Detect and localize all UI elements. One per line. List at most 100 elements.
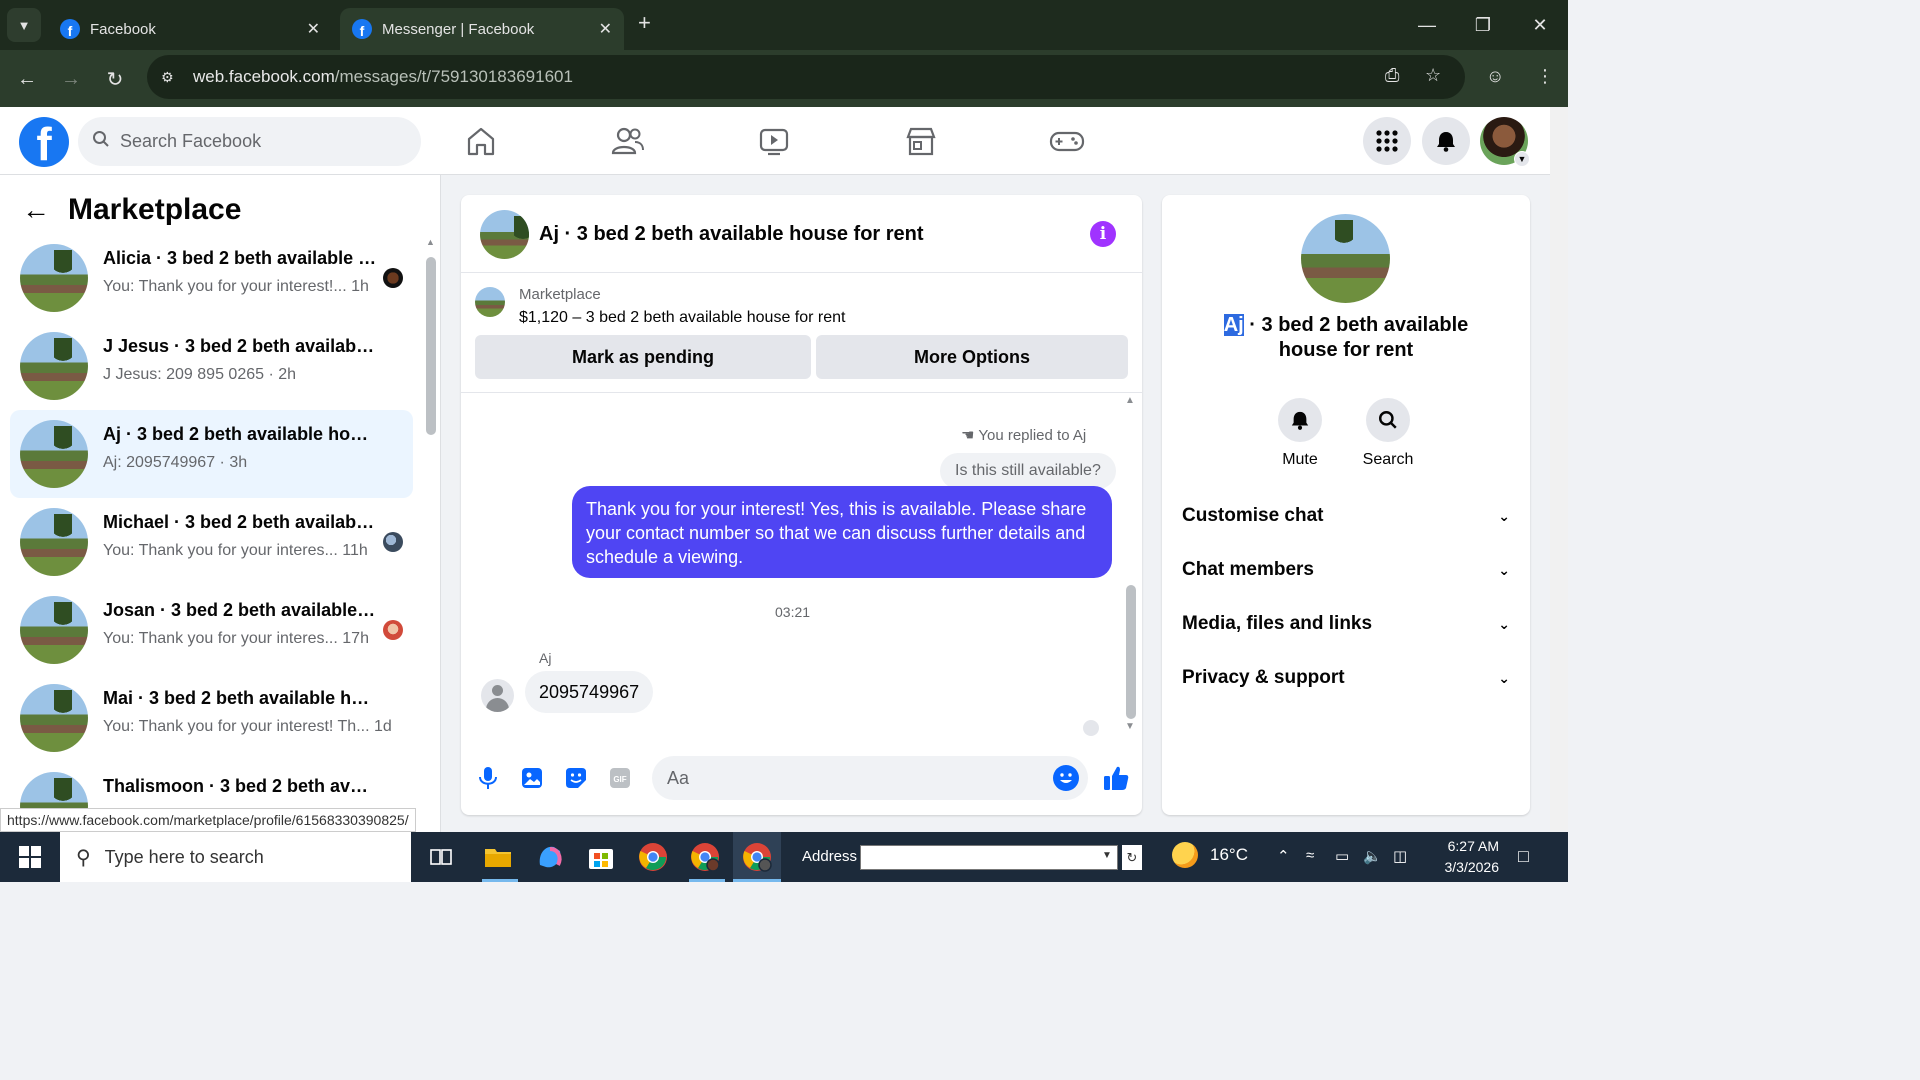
conversation-name: Josan · 3 bed 2 beth available house for…	[103, 600, 378, 620]
chrome-profile-icon[interactable]	[741, 841, 773, 873]
gif-icon[interactable]: GIF	[607, 765, 633, 791]
more-options-button[interactable]: More Options	[816, 335, 1128, 379]
copilot-icon[interactable]	[534, 841, 566, 873]
conversation-item[interactable]: Josan · 3 bed 2 beth available house for…	[10, 586, 413, 674]
chrome-icon[interactable]	[637, 841, 669, 873]
conversation-item[interactable]: Michael · 3 bed 2 beth available house f…	[10, 498, 413, 586]
site-info-icon[interactable]: ⚙	[161, 69, 181, 86]
info-icon[interactable]: i	[1090, 221, 1116, 247]
seen-avatar	[383, 268, 403, 288]
close-tab-icon[interactable]: ✕	[599, 19, 612, 39]
home-nav-button[interactable]	[451, 121, 511, 161]
conversation-item[interactable]: Alicia · 3 bed 2 beth available house fo…	[10, 234, 413, 322]
mute-action[interactable]: Mute	[1268, 398, 1332, 469]
home-icon	[467, 127, 495, 156]
replied-to-label: ☚ You replied to Aj	[961, 427, 1087, 444]
listing-thumbnail[interactable]	[475, 287, 505, 317]
listing-title[interactable]: $1,120 – 3 bed 2 beth available house fo…	[519, 309, 845, 327]
grid-menu-icon	[1376, 130, 1398, 152]
taskbar-clock[interactable]: 6:27 AM 3/3/2026	[1425, 836, 1500, 878]
conversation-item-selected[interactable]: Aj · 3 bed 2 beth available house for re…	[10, 410, 413, 498]
search-action[interactable]: Search	[1356, 398, 1420, 469]
bell-icon	[1278, 398, 1322, 442]
page-scrollbar[interactable]	[1550, 107, 1568, 832]
forward-button[interactable]: →	[56, 64, 86, 94]
windows-start-icon[interactable]	[14, 841, 46, 873]
marketplace-listing-banner: Marketplace $1,120 – 3 bed 2 beth availa…	[461, 273, 1142, 393]
chat-title[interactable]: Aj · 3 bed 2 beth available house for re…	[539, 223, 924, 246]
browser-tab-messenger[interactable]: f Messenger | Facebook ✕	[340, 8, 624, 50]
taskbar-search-input[interactable]: ⚲ Type here to search	[60, 832, 411, 882]
conversation-preview: You: Thank you for your interes... 17h	[103, 630, 369, 647]
minimize-button[interactable]: —	[1399, 0, 1455, 50]
conversation-avatar[interactable]	[1301, 214, 1390, 303]
new-tab-button[interactable]: +	[638, 10, 651, 36]
like-thumbs-up-icon[interactable]	[1101, 763, 1131, 793]
media-files-links-section[interactable]: Media, files and links ⌄	[1182, 610, 1510, 638]
weather-widget[interactable]: 16°C	[1172, 842, 1248, 868]
address-toolbar-input[interactable]	[860, 845, 1118, 870]
task-view-icon[interactable]	[425, 841, 457, 873]
quoted-message[interactable]: Is this still available?	[940, 453, 1116, 489]
wifi-icon[interactable]: ≈	[1306, 847, 1314, 864]
conversation-list-scrollbar[interactable]: ▲	[424, 235, 436, 815]
address-bar[interactable]: ⚙ web.facebook.com/messages/t/7591301836…	[147, 55, 1465, 99]
back-arrow-icon[interactable]: ←	[22, 194, 50, 226]
microsoft-store-icon[interactable]	[585, 841, 617, 873]
chat-avatar[interactable]	[480, 210, 529, 259]
chat-scrollbar[interactable]: ▲ ▼	[1124, 395, 1138, 735]
video-nav-button[interactable]	[744, 121, 804, 161]
scroll-up-icon[interactable]: ▲	[426, 237, 435, 247]
facebook-logo-icon[interactable]: f	[19, 117, 69, 167]
close-tab-icon[interactable]: ✕	[307, 19, 320, 39]
file-explorer-icon[interactable]	[482, 841, 514, 873]
chrome-profile-icon[interactable]	[689, 841, 721, 873]
incoming-message-bubble[interactable]: 2095749967	[525, 671, 654, 713]
search-placeholder: Search Facebook	[120, 131, 262, 151]
scroll-up-icon[interactable]: ▲	[1125, 395, 1135, 406]
outgoing-message-bubble[interactable]: Thank you for your interest! Yes, this i…	[572, 486, 1112, 578]
chevron-up-icon[interactable]: ⌃	[1277, 847, 1290, 865]
scrollbar-thumb[interactable]	[1126, 585, 1136, 719]
back-button[interactable]: ←	[12, 64, 42, 94]
volume-icon[interactable]: 🔈	[1363, 847, 1382, 865]
chat-members-section[interactable]: Chat members ⌄	[1182, 556, 1510, 584]
browser-toolbar: ← → ↻ ⚙ web.facebook.com/messages/t/7591…	[0, 50, 1568, 107]
close-window-button[interactable]: ✕	[1512, 0, 1568, 50]
menu-button[interactable]	[1363, 117, 1411, 165]
account-avatar[interactable]: ▼	[1480, 117, 1530, 167]
search-facebook-input[interactable]: Search Facebook	[78, 117, 421, 166]
gaming-nav-button[interactable]	[1037, 121, 1097, 161]
profile-icon[interactable]: ☺	[1486, 66, 1504, 87]
microphone-icon[interactable]	[475, 765, 501, 791]
refresh-icon[interactable]: ↻	[1122, 845, 1142, 870]
mark-as-pending-button[interactable]: Mark as pending	[475, 335, 811, 379]
notifications-button[interactable]	[1422, 117, 1470, 165]
marketplace-nav-button[interactable]	[891, 121, 951, 161]
notification-center-icon[interactable]: □	[1518, 846, 1529, 867]
conversation-item[interactable]: J Jesus · 3 bed 2 beth available house f…	[10, 322, 413, 410]
customise-chat-section[interactable]: Customise chat ⌄	[1182, 502, 1510, 530]
scrollbar-thumb[interactable]	[426, 257, 436, 435]
browser-tab-facebook[interactable]: f Facebook ✕	[48, 8, 332, 50]
message-timestamp: 03:21	[775, 604, 811, 620]
photo-icon[interactable]	[519, 765, 545, 791]
display-icon[interactable]: ◫	[1393, 847, 1407, 865]
chevron-down-icon[interactable]: ▼	[1102, 850, 1112, 861]
privacy-support-section[interactable]: Privacy & support ⌄	[1182, 664, 1510, 692]
tab-search-button[interactable]: ▼	[7, 8, 41, 42]
message-input[interactable]	[652, 756, 1088, 800]
install-app-icon[interactable]: ⎙	[1385, 65, 1399, 86]
conversation-item[interactable]: Mai · 3 bed 2 beth available house for r…	[10, 674, 413, 762]
friends-nav-button[interactable]	[598, 121, 658, 161]
sender-avatar[interactable]	[481, 679, 514, 712]
sticker-icon[interactable]	[563, 765, 589, 791]
chrome-menu-icon[interactable]: ⋮	[1536, 66, 1554, 87]
restore-button[interactable]: ❐	[1455, 0, 1511, 50]
battery-icon[interactable]: ▭	[1335, 847, 1349, 865]
weather-moon-icon	[1172, 842, 1198, 868]
reload-button[interactable]: ↻	[100, 64, 130, 94]
emoji-icon[interactable]	[1053, 765, 1079, 791]
bookmark-star-icon[interactable]: ☆	[1425, 65, 1441, 86]
scroll-down-icon[interactable]: ▼	[1125, 721, 1135, 732]
